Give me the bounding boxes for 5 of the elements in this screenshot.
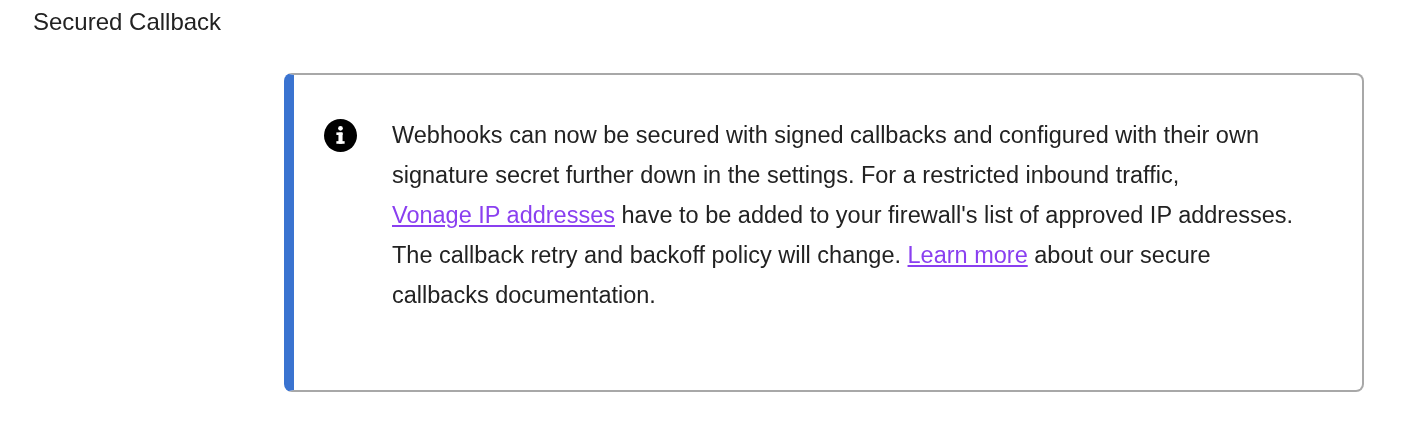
info-icon bbox=[324, 119, 357, 152]
link[interactable]: Learn more bbox=[907, 242, 1028, 268]
section-title: Secured Callback bbox=[33, 7, 223, 37]
link[interactable]: Vonage IP addresses bbox=[392, 202, 615, 228]
notice-text: Webhooks can now be secured with signed callbacks and configured with their own signature secret further down in the settings. For a restricted inbound traffic, Vonage IP addresses have to be added to your firewall's list of approved IP addresses. The callback retry and backoff policy will change. Learn more about our secure callbacks documentation. bbox=[392, 121, 1295, 310]
